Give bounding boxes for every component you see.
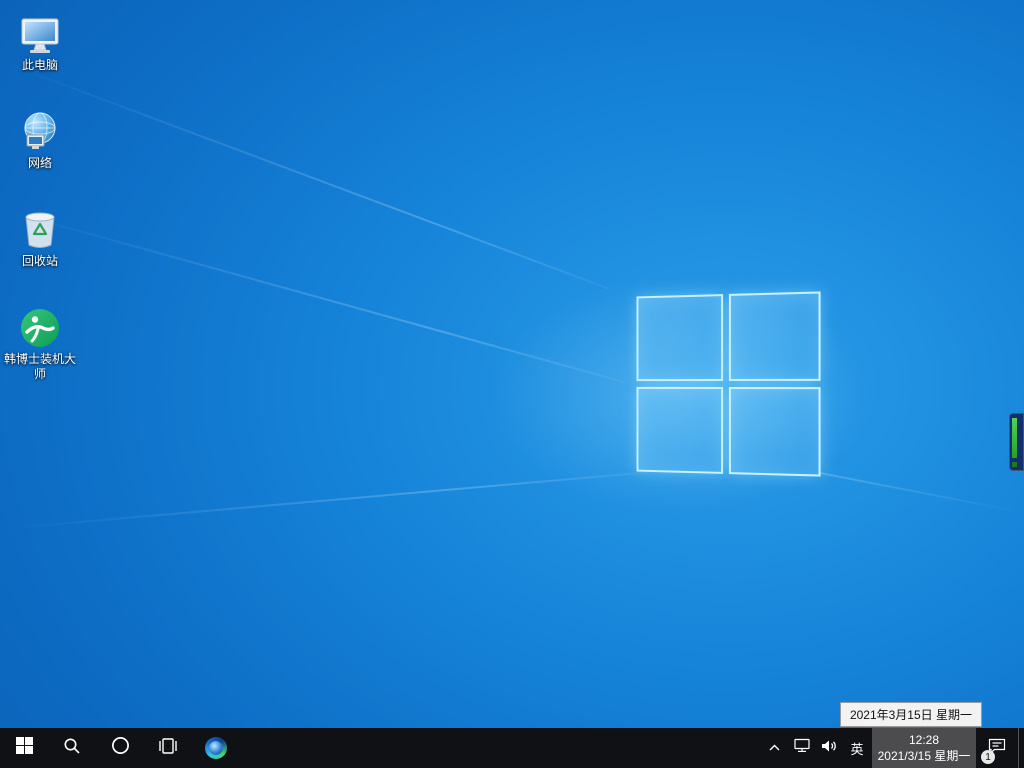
light-beam	[0, 471, 648, 530]
start-button[interactable]	[0, 728, 48, 768]
system-tray: 英 12:28 2021/3/15 星期一 1	[760, 728, 1024, 768]
light-beam	[0, 60, 610, 290]
network-status-icon	[793, 738, 810, 758]
light-beam	[819, 472, 1023, 514]
cortana-button[interactable]	[96, 728, 144, 768]
task-view-button[interactable]	[144, 728, 192, 768]
light-beam	[0, 208, 625, 384]
volume-tray-button[interactable]	[815, 728, 842, 768]
desktop-icon-label: 回收站	[21, 254, 58, 268]
windows-logo-pane	[636, 386, 724, 474]
tray-expand-button[interactable]	[760, 728, 788, 768]
action-center-button[interactable]: 1	[976, 728, 1018, 768]
ime-language-button[interactable]: 英	[842, 728, 872, 768]
desktop-icon-label: 网络	[27, 156, 52, 170]
edge-browser-button[interactable]	[192, 728, 240, 768]
clock-date: 2021/3/15 星期一	[877, 749, 971, 763]
search-icon	[63, 737, 81, 760]
edge-volume-slider[interactable]	[1009, 413, 1024, 471]
taskbar-clock[interactable]: 12:28 2021/3/15 星期一	[872, 728, 976, 768]
this-pc-icon	[18, 12, 62, 56]
network-tray-button[interactable]	[788, 728, 815, 768]
recycle-bin-icon	[18, 208, 62, 252]
windows-logo-pane	[728, 291, 821, 381]
task-view-icon	[158, 737, 178, 759]
windows-logo-pane	[728, 387, 821, 477]
windows-desktop-screen: 此电脑 网络 回收站 韩博士装机大师 2021年3月15日 星期一 英 12:2…	[0, 0, 1024, 768]
notification-count-badge: 1	[981, 750, 995, 764]
edge-volume-slider-notch	[1012, 462, 1017, 467]
desktop-icon-label: 此电脑	[21, 58, 58, 72]
search-button[interactable]	[48, 728, 96, 768]
clock-date-tooltip: 2021年3月15日 星期一	[839, 702, 982, 727]
windows-start-icon	[15, 737, 33, 759]
desktop-wallpaper: 此电脑 网络 回收站 韩博士装机大师	[0, 0, 1024, 728]
cortana-icon	[111, 736, 130, 760]
desktop-icon-network[interactable]: 网络	[2, 110, 78, 171]
speaker-icon	[821, 739, 837, 758]
desktop-icon-label: 韩博士装机大师	[3, 352, 76, 381]
desktop-icon-this-pc[interactable]: 此电脑	[2, 12, 78, 73]
windows-logo-pane	[636, 294, 724, 382]
taskbar-left-group	[0, 728, 240, 768]
windows-logo	[636, 291, 821, 477]
network-icon	[18, 110, 62, 154]
edge-volume-slider-level	[1012, 418, 1017, 458]
chevron-up-icon	[769, 739, 780, 757]
clock-time: 12:28	[908, 732, 940, 747]
hanboshi-app-icon	[18, 306, 62, 350]
show-desktop-button[interactable]	[1018, 728, 1024, 768]
edge-browser-icon	[205, 737, 227, 759]
taskbar: 英 12:28 2021/3/15 星期一 1	[0, 728, 1024, 768]
desktop-icon-hanboshi[interactable]: 韩博士装机大师	[2, 306, 78, 382]
desktop-icon-recycle-bin[interactable]: 回收站	[2, 208, 78, 269]
